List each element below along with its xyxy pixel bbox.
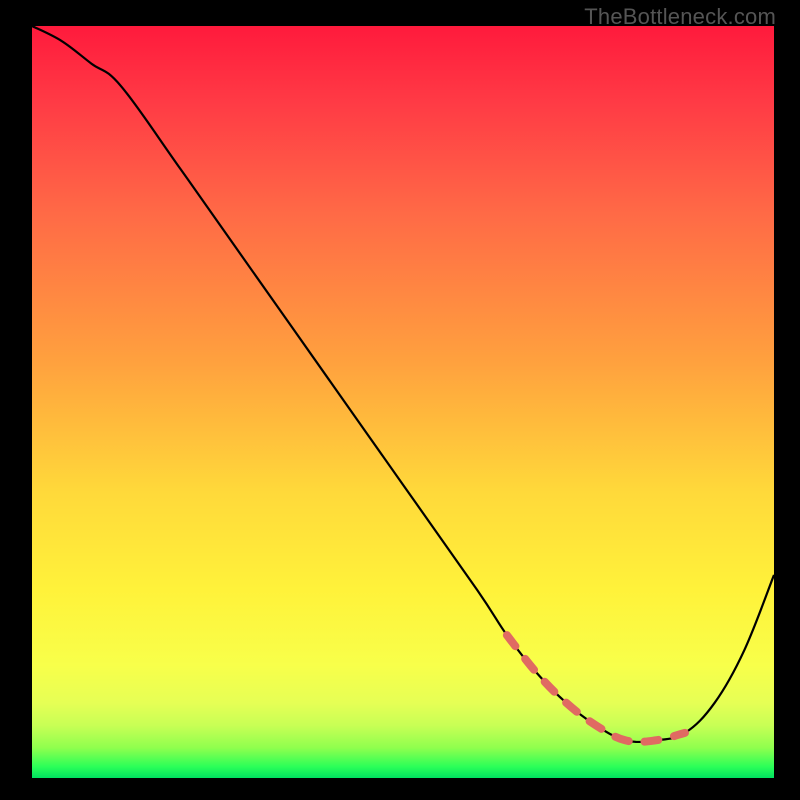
bottleneck-curve — [32, 26, 774, 742]
chart-frame: TheBottleneck.com — [0, 0, 800, 800]
highlight-dash — [507, 635, 685, 742]
plot-area — [32, 26, 774, 778]
curve-svg — [32, 26, 774, 778]
